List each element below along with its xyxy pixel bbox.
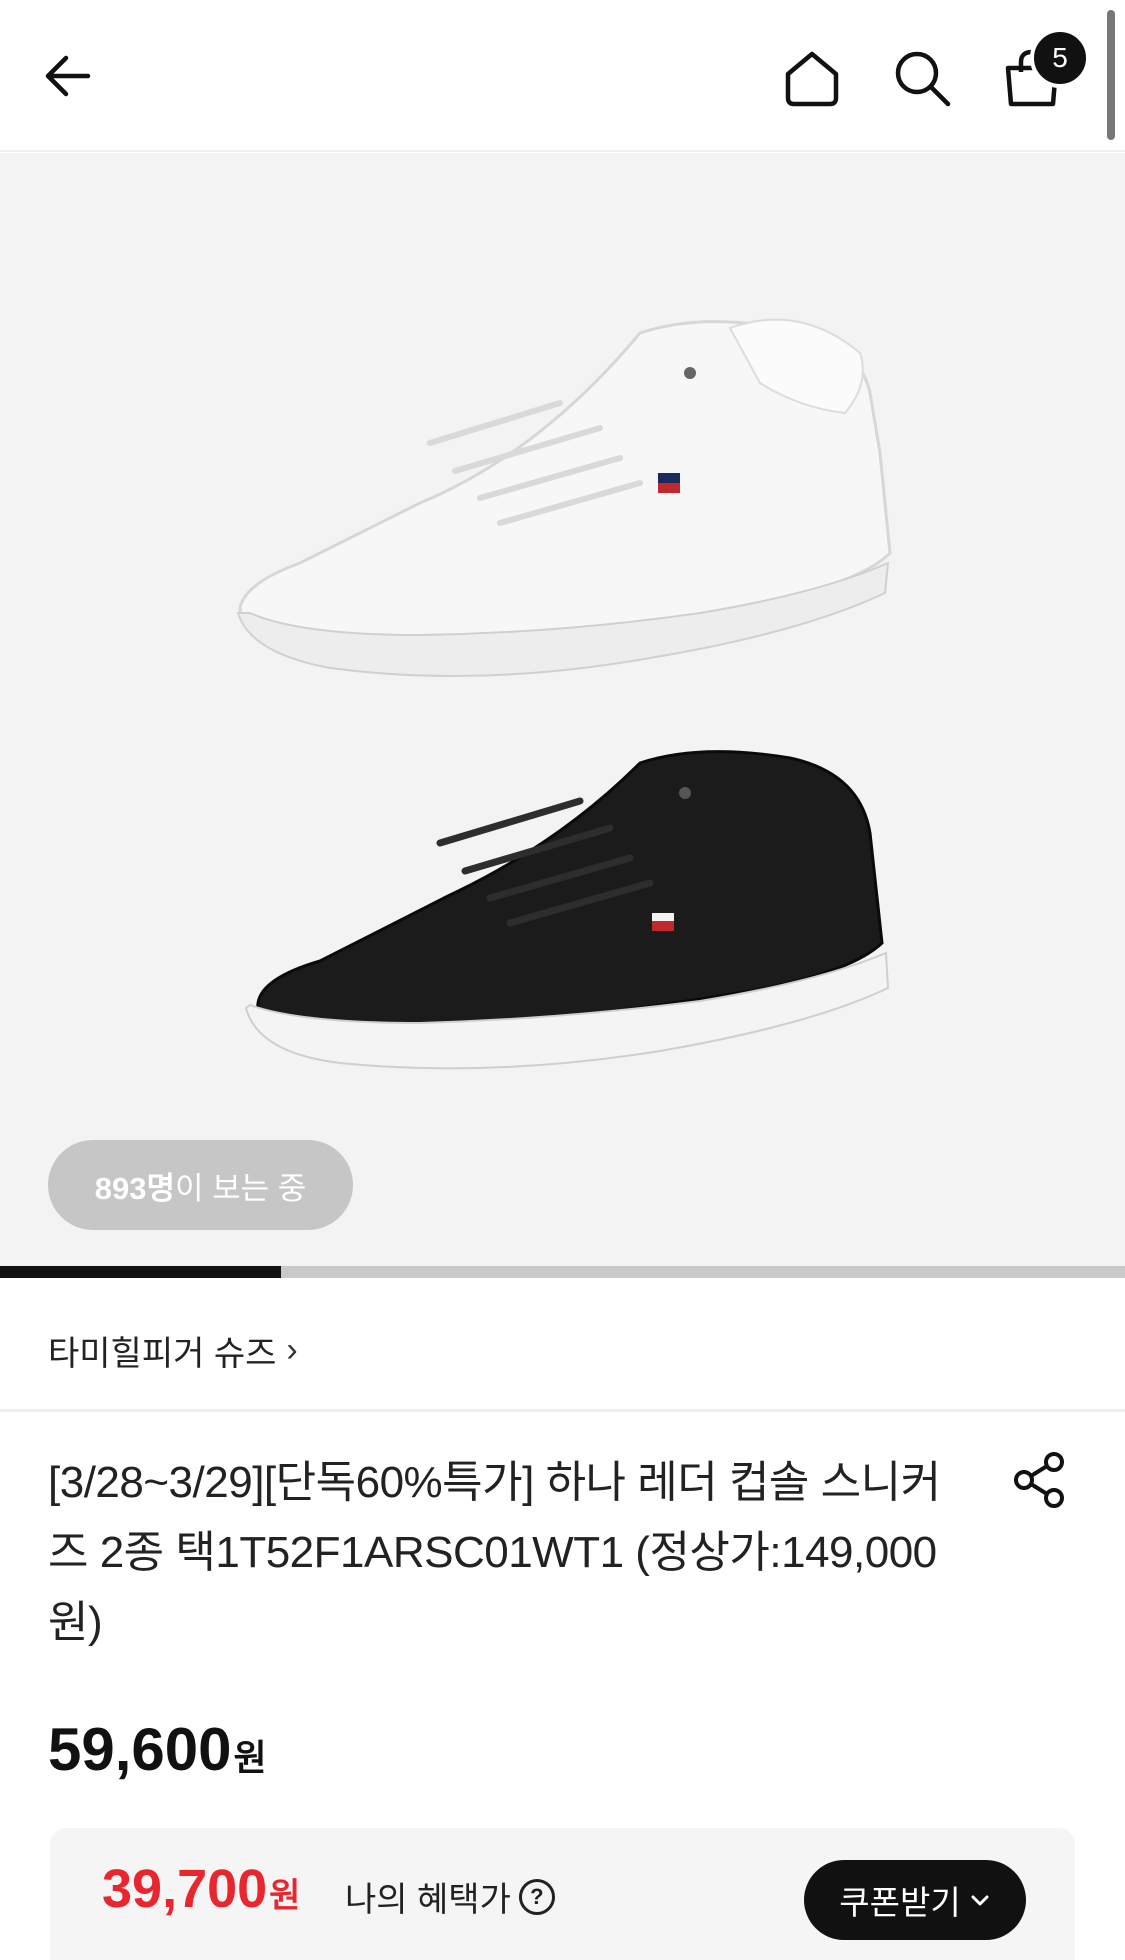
top-app-bar: 5 — [0, 0, 1125, 152]
chevron-down-icon — [971, 1895, 989, 1906]
scrollbar[interactable] — [1107, 10, 1115, 140]
home-button[interactable] — [770, 36, 854, 120]
arrow-left-icon — [45, 55, 91, 97]
gallery-progress-bar — [0, 1266, 1125, 1278]
back-button[interactable] — [30, 36, 110, 116]
gallery-progress-fill — [0, 1266, 282, 1278]
benefit-label-text: 나의 혜택가 — [345, 1881, 511, 1919]
viewers-count-badge: 893명 이 보는 중 — [48, 1140, 353, 1230]
home-icon — [785, 51, 839, 107]
viewers-label: 이 보는 중 — [174, 1170, 307, 1206]
price-unit: 원 — [233, 1737, 267, 1778]
benefit-price-unit: 원 — [269, 1877, 301, 1915]
price-value: 59,600 — [48, 1716, 232, 1783]
black-sneaker-image — [244, 750, 890, 1070]
search-icon — [895, 51, 951, 107]
brand-name: 타미힐피거 슈즈 — [48, 1334, 277, 1373]
coupon-label: 쿠폰받기 — [839, 1884, 961, 1921]
viewers-count: 893명 — [94, 1170, 175, 1206]
search-button[interactable] — [880, 36, 964, 120]
benefit-price: 39,700원 — [102, 1858, 300, 1920]
product-price: 59,600원 — [48, 1715, 267, 1784]
benefit-label: 나의 혜택가 ? — [345, 1872, 555, 1921]
share-icon — [1014, 1452, 1064, 1508]
benefit-price-value: 39,700 — [102, 1859, 268, 1919]
get-coupon-button[interactable]: 쿠폰받기 — [804, 1860, 1026, 1940]
benefit-price-box: 39,700원 나의 혜택가 ? 쿠폰받기 — [50, 1828, 1075, 1960]
help-icon[interactable]: ? — [518, 1878, 555, 1915]
chevron-right-icon: › — [286, 1330, 298, 1369]
product-title: [3/28~3/29][단독60%특가] 하나 레더 컵솔 스니커즈 2종 택1… — [48, 1458, 941, 1647]
product-image-gallery[interactable]: 893명 이 보는 중 — [0, 153, 1125, 1271]
product-image — [236, 318, 892, 1070]
cart-count-badge: 5 — [1030, 28, 1090, 88]
divider — [0, 1409, 1125, 1412]
share-button[interactable] — [1010, 1450, 1070, 1510]
brand-link[interactable]: 타미힐피거 슈즈 › — [48, 1305, 298, 1395]
white-sneaker-image — [236, 318, 892, 677]
